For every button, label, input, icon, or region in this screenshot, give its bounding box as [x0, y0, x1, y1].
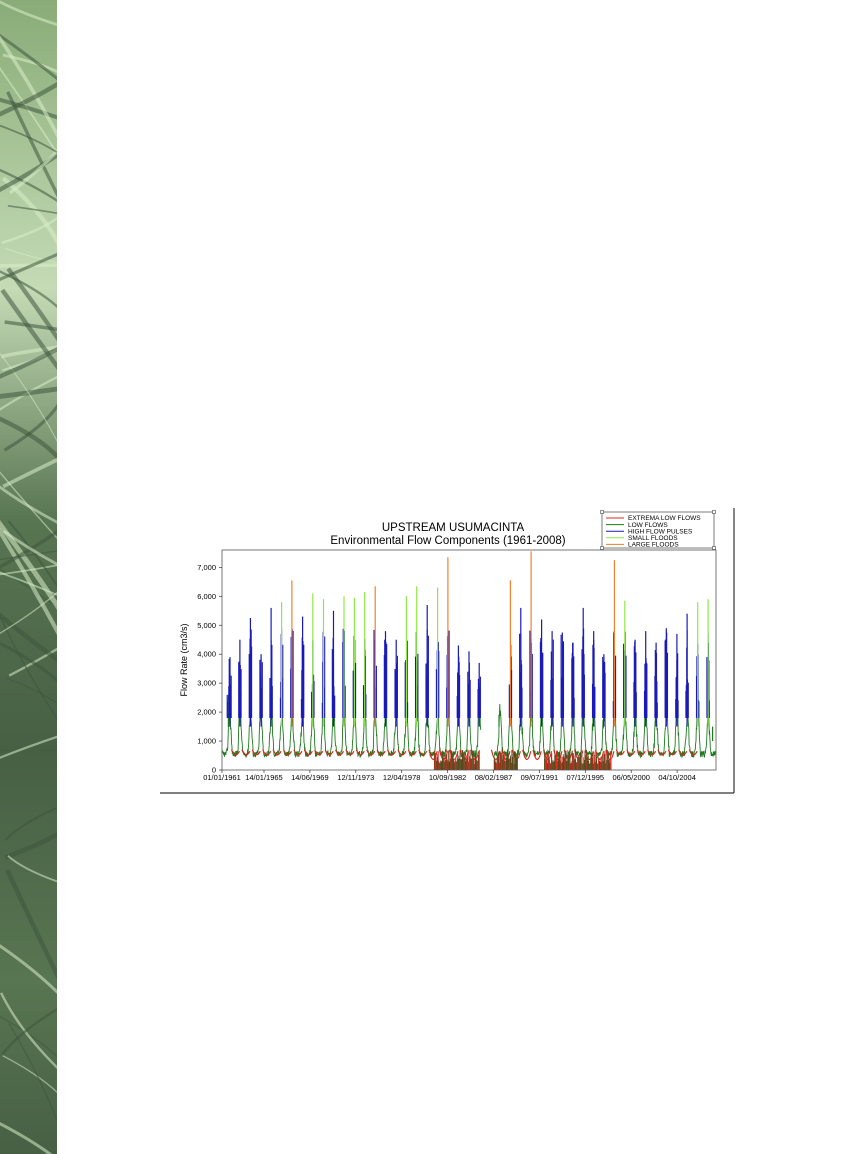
chart-subtitle: Environmental Flow Components (1961-2008…	[330, 535, 565, 547]
y-tick-label: 4,000	[197, 650, 216, 659]
chart-figure: UPSTREAM USUMACINTA Environmental Flow C…	[160, 508, 738, 796]
x-tick-label: 12/11/1973	[337, 773, 374, 782]
x-tick-label: 09/07/1991	[521, 773, 559, 782]
y-axis-label: Flow Rate (cm3/s)	[179, 623, 189, 696]
y-tick-label: 2,000	[197, 708, 216, 717]
x-tick-label: 04/10/2004	[658, 773, 696, 782]
chart-title: UPSTREAM USUMACINTA	[382, 522, 525, 534]
legend-handle[interactable]	[712, 510, 716, 514]
y-tick-label: 3,000	[197, 679, 216, 688]
legend-entry: LARGE FLOODS	[628, 542, 679, 549]
y-tick-label: 6,000	[197, 592, 216, 601]
leaf-background-image	[0, 0, 57, 1154]
x-tick-label: 06/05/2000	[612, 773, 650, 782]
plot-layer	[221, 551, 717, 770]
x-tick-label: 07/12/1995	[567, 773, 605, 782]
chart-legend: EXTREMA LOW FLOWSLOW FLOWSHIGH FLOW PULS…	[600, 510, 716, 550]
series-peaks	[226, 551, 714, 742]
y-tick-label: 1,000	[197, 737, 216, 746]
x-tick-label: 01/01/1961	[203, 773, 241, 782]
leaf-background	[0, 0, 57, 1154]
flow-chart: UPSTREAM USUMACINTA Environmental Flow C…	[160, 508, 735, 794]
x-tick-label: 10/09/1982	[429, 773, 467, 782]
x-tick-label: 08/02/1987	[475, 773, 513, 782]
y-tick-label: 7,000	[197, 563, 216, 572]
x-tick-label: 12/04/1978	[383, 773, 421, 782]
x-tick-label: 14/06/1969	[291, 773, 329, 782]
legend-handle[interactable]	[600, 546, 604, 550]
legend-handle[interactable]	[712, 546, 716, 550]
leaf-veil	[0, 0, 57, 1154]
x-tick-label: 14/01/1965	[245, 773, 283, 782]
legend-handle[interactable]	[600, 510, 604, 514]
y-tick-label: 5,000	[197, 621, 216, 630]
